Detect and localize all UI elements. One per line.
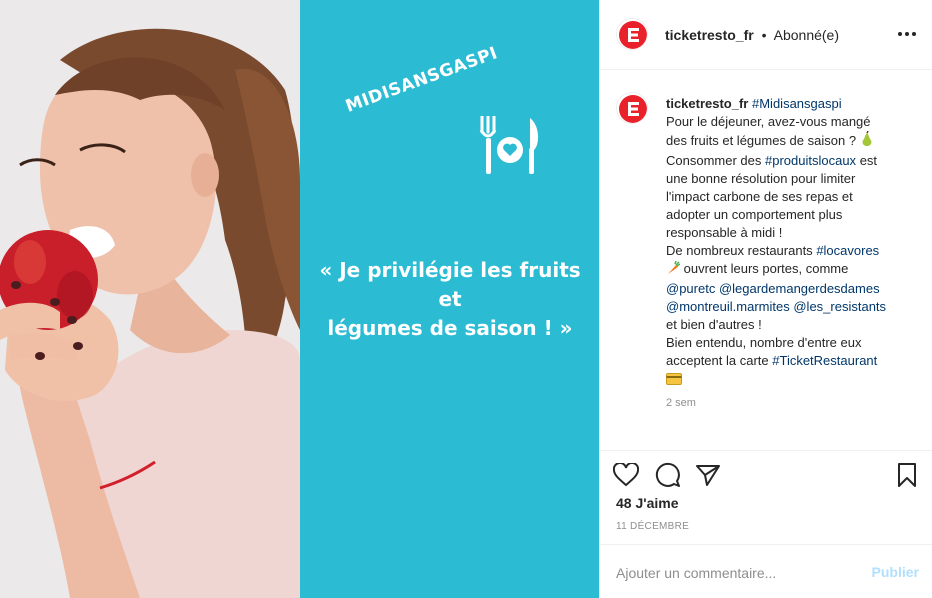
likes-count[interactable]: 48 J'aime bbox=[616, 495, 679, 511]
hashtag-ticketrestaurant-link[interactable]: #TicketRestaurant bbox=[772, 353, 877, 368]
caption-line: Bien entendu, nombre d'entre eux bbox=[666, 335, 862, 350]
caption-line: Consommer des bbox=[666, 153, 762, 168]
header-separator: • bbox=[761, 27, 767, 43]
header-user-line: ticketresto_fr • Abonné(e) bbox=[665, 27, 839, 43]
post-date[interactable]: 11 DÉCEMBRE bbox=[616, 521, 689, 532]
caption-line: adopter un comportement plus bbox=[666, 207, 843, 222]
comment-input[interactable] bbox=[616, 563, 856, 583]
quote-line-3: légumes de saison ! » bbox=[327, 316, 573, 340]
share-icon[interactable] bbox=[694, 461, 722, 489]
caption-line: est bbox=[859, 153, 878, 168]
more-options-icon[interactable] bbox=[895, 22, 919, 46]
mention-puretc-link[interactable]: @puretc bbox=[666, 281, 715, 296]
dot-1 bbox=[898, 32, 902, 36]
post-header: ticketresto_fr • Abonné(e) bbox=[600, 0, 932, 70]
photo-illustration bbox=[0, 0, 300, 598]
mention-les-resistants-link[interactable]: @les_resistants bbox=[793, 299, 886, 314]
quote-line-2: et bbox=[438, 287, 462, 311]
cutlery-heart-icon bbox=[478, 114, 542, 179]
pear-emoji-icon bbox=[860, 130, 874, 152]
hashtag-produitslocaux-link[interactable]: #produitslocaux bbox=[765, 153, 856, 168]
mention-montreuil-marmites-link[interactable]: @montreuil.marmites bbox=[666, 299, 790, 314]
post-time-ago[interactable]: 2 sem bbox=[666, 397, 696, 409]
caption-hashtag-link[interactable]: #Midisansgaspi bbox=[752, 96, 842, 111]
heart-icon[interactable] bbox=[612, 461, 640, 489]
hashtag-locavores-link[interactable]: #locavores bbox=[816, 243, 879, 258]
caption-line: une bonne résolution pour limiter bbox=[666, 171, 856, 186]
header-username[interactable]: ticketresto_fr bbox=[665, 27, 754, 43]
post-actions bbox=[600, 450, 932, 498]
caption-line: Pour le déjeuner, avez-vous mangé bbox=[666, 114, 871, 129]
follow-status[interactable]: Abonné(e) bbox=[774, 27, 839, 43]
caption-line: acceptent la carte bbox=[666, 353, 769, 368]
quote-line-1: « Je privilégie les fruits bbox=[319, 258, 581, 282]
publish-button[interactable]: Publier bbox=[872, 564, 919, 580]
caption-line: responsable à midi ! bbox=[666, 225, 783, 240]
comment-icon[interactable] bbox=[654, 461, 682, 489]
caption-avatar-logo-icon[interactable] bbox=[616, 92, 648, 124]
carrot-emoji-icon bbox=[666, 260, 681, 280]
woman-eating-apple-photo bbox=[0, 0, 300, 598]
caption-line: des fruits et légumes de saison ? bbox=[666, 133, 857, 148]
caption-line: ouvrent leurs portes, comme bbox=[683, 261, 849, 276]
promo-quote: « Je privilégie les fruits et légumes de… bbox=[305, 256, 595, 343]
ticketresto-logo-icon[interactable] bbox=[616, 18, 648, 50]
post-side-panel: ticketresto_fr • Abonné(e) ticketresto_f… bbox=[599, 0, 932, 598]
caption-text: ticketresto_fr #Midisansgaspi Pour le dé… bbox=[666, 95, 916, 390]
caption-line: et bien d'autres ! bbox=[666, 317, 762, 332]
post-media[interactable]: MIDISANSGASPI « Je privilégie les fruits… bbox=[0, 0, 599, 598]
caption-line: De nombreux restaurants bbox=[666, 243, 813, 258]
caption-line: l'impact carbone de ses repas et bbox=[666, 189, 853, 204]
dot-2 bbox=[905, 32, 909, 36]
mention-legardemangerdesdames-link[interactable]: @legardemangerdesdames bbox=[719, 281, 880, 296]
dot-3 bbox=[912, 32, 916, 36]
comment-form: Publier bbox=[600, 544, 932, 598]
bookmark-icon[interactable] bbox=[893, 461, 921, 489]
credit-card-emoji-icon bbox=[666, 372, 682, 390]
caption-username[interactable]: ticketresto_fr bbox=[666, 96, 748, 111]
post-caption: ticketresto_fr #Midisansgaspi Pour le dé… bbox=[600, 70, 932, 450]
